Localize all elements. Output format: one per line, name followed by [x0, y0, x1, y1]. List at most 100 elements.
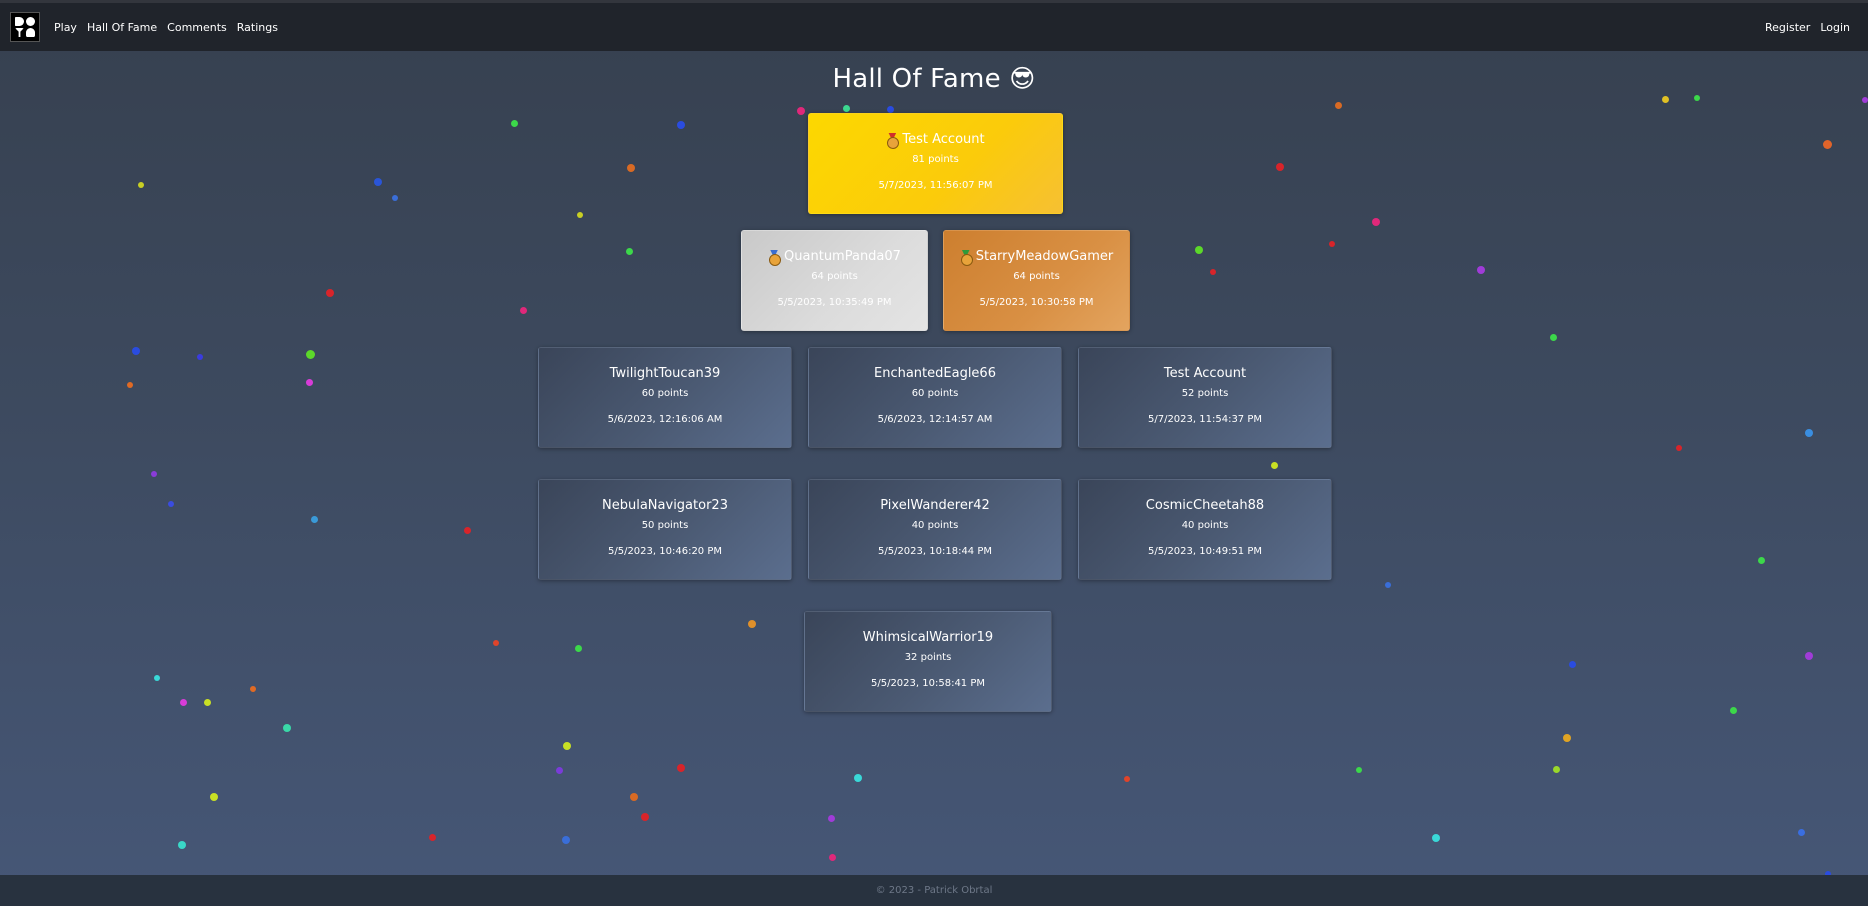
- player-points: 60 points: [641, 388, 689, 399]
- leaderboard-card: EnchantedEagle66 60 points 5/6/2023, 12:…: [808, 347, 1062, 448]
- sunglasses-emoji-icon: 😎: [1009, 64, 1036, 93]
- leaderboard-card-third: StarryMeadowGamer 64 points 5/5/2023, 10…: [943, 230, 1130, 331]
- login-link[interactable]: Login: [1820, 21, 1850, 34]
- confetti-dot: [1563, 734, 1571, 742]
- card-name-row: StarryMeadowGamer: [944, 249, 1129, 266]
- confetti-dot: [1552, 765, 1560, 773]
- confetti-dot: [577, 212, 583, 218]
- confetti-dot: [1195, 246, 1203, 254]
- confetti-dot: [627, 164, 635, 172]
- leaderboard-card: PixelWanderer42 40 points 5/5/2023, 10:1…: [808, 479, 1062, 580]
- nav-link-play[interactable]: Play: [54, 21, 77, 34]
- card-name-row: Test Account: [809, 132, 1062, 149]
- player-points: 81 points: [912, 154, 959, 165]
- player-points: 40 points: [1181, 520, 1229, 531]
- confetti-dot: [127, 382, 133, 388]
- player-name: Test Account: [1163, 366, 1247, 381]
- confetti-dot: [562, 836, 570, 844]
- register-link[interactable]: Register: [1765, 21, 1810, 34]
- player-date: 5/7/2023, 11:56:07 PM: [878, 180, 993, 191]
- page-title: Hall Of Fame 😎: [0, 64, 1868, 94]
- confetti-dot: [151, 471, 157, 477]
- confetti-dot: [1805, 652, 1813, 660]
- confetti-dot: [677, 121, 685, 129]
- confetti-dot: [1329, 241, 1335, 247]
- confetti-dot: [168, 501, 174, 507]
- confetti-dot: [1549, 333, 1557, 341]
- confetti-dot: [203, 698, 211, 706]
- bronze-medal-icon: [960, 250, 973, 266]
- confetti-dot: [1270, 461, 1278, 469]
- player-name: CosmicCheetah88: [1145, 498, 1265, 513]
- confetti-dot: [1432, 834, 1440, 842]
- confetti-dot: [574, 644, 582, 652]
- confetti-dot: [1694, 95, 1700, 101]
- confetti-dot: [283, 724, 291, 732]
- player-name: TwilightToucan39: [609, 366, 721, 381]
- footer-copyright: © 2023 - Patrick Obrtal: [875, 885, 993, 896]
- confetti-dot: [305, 349, 315, 359]
- confetti-dot: [1822, 139, 1832, 149]
- confetti-dot: [630, 793, 638, 801]
- auth-links: Register Login: [1765, 21, 1850, 34]
- confetti-dot: [842, 104, 850, 112]
- player-points: 52 points: [1181, 388, 1229, 399]
- confetti-dot: [1797, 828, 1805, 836]
- confetti-dot: [1334, 101, 1342, 109]
- logo-icon[interactable]: [10, 12, 40, 42]
- player-name: Test Account: [902, 132, 985, 147]
- confetti-dot: [250, 686, 256, 692]
- confetti-dot: [886, 105, 894, 113]
- nav-link-comments[interactable]: Comments: [167, 21, 227, 34]
- confetti-dot: [1124, 776, 1130, 782]
- confetti-dot: [563, 742, 571, 750]
- player-points: 50 points: [641, 520, 689, 531]
- player-name: WhimsicalWarrior19: [862, 630, 994, 645]
- nav-link-hall-of-fame[interactable]: Hall Of Fame: [87, 21, 157, 34]
- leaderboard-card: CosmicCheetah88 40 points 5/5/2023, 10:4…: [1078, 479, 1332, 580]
- confetti-dot: [854, 774, 862, 782]
- player-date: 5/5/2023, 10:35:49 PM: [777, 297, 892, 308]
- confetti-dot: [555, 766, 563, 774]
- footer: © 2023 - Patrick Obrtal: [0, 875, 1868, 906]
- confetti-dot: [1568, 660, 1576, 668]
- main-nav: Play Hall Of Fame Comments Ratings: [54, 21, 278, 34]
- confetti-dot: [178, 841, 186, 849]
- confetti-dot: [1276, 163, 1284, 171]
- silver-medal-icon: [768, 250, 782, 266]
- player-name: QuantumPanda07: [784, 249, 901, 264]
- confetti-dot: [1356, 767, 1362, 773]
- player-date: 5/5/2023, 10:30:58 PM: [979, 297, 1094, 308]
- confetti-dot: [138, 182, 144, 188]
- leaderboard-card: Test Account 52 points 5/7/2023, 11:54:3…: [1078, 347, 1332, 448]
- player-date: 5/5/2023, 10:58:41 PM: [870, 678, 986, 689]
- confetti-dot: [748, 620, 756, 628]
- leaderboard-card: TwilightToucan39 60 points 5/6/2023, 12:…: [538, 347, 792, 448]
- confetti-dot: [677, 764, 685, 772]
- confetti-dot: [1862, 97, 1868, 103]
- confetti-dot: [428, 833, 436, 841]
- confetti-dot: [828, 853, 836, 861]
- player-name: EnchantedEagle66: [874, 366, 996, 381]
- confetti-dot: [374, 178, 382, 186]
- confetti-dot: [1805, 429, 1813, 437]
- nav-link-ratings[interactable]: Ratings: [237, 21, 278, 34]
- confetti-dot: [197, 354, 203, 360]
- page-title-text: Hall Of Fame: [832, 64, 1001, 94]
- confetti-dot: [326, 289, 334, 297]
- player-date: 5/5/2023, 10:18:44 PM: [877, 546, 993, 557]
- player-date: 5/6/2023, 12:16:06 AM: [607, 414, 723, 425]
- confetti-dot: [1385, 582, 1391, 588]
- confetti-dot: [132, 347, 140, 355]
- navbar: Play Hall Of Fame Comments Ratings Regis…: [0, 0, 1868, 51]
- confetti-dot: [305, 378, 313, 386]
- player-date: 5/6/2023, 12:14:57 AM: [877, 414, 993, 425]
- leaderboard-card: NebulaNavigator23 50 points 5/5/2023, 10…: [538, 479, 792, 580]
- confetti-dot: [154, 675, 160, 681]
- confetti-dot: [1477, 266, 1485, 274]
- confetti-dot: [827, 814, 835, 822]
- confetti-dot: [641, 813, 649, 821]
- player-date: 5/5/2023, 10:46:20 PM: [607, 546, 723, 557]
- player-name: StarryMeadowGamer: [975, 249, 1114, 264]
- confetti-dot: [1729, 706, 1737, 714]
